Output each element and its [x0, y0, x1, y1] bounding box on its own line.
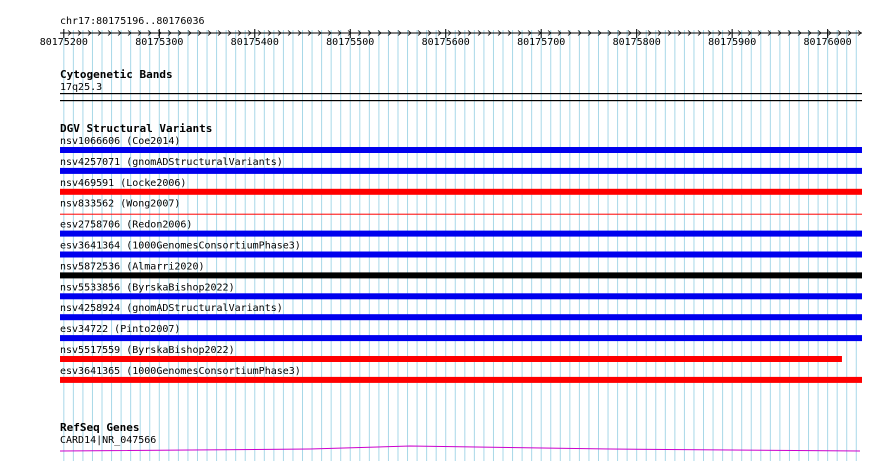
- location-label: chr17:80175196..80176036: [60, 16, 205, 27]
- refseq-genes-track[interactable]: RefSeq Genes CARD14|NR_047566: [59, 421, 861, 452]
- ruler-track[interactable]: chr17:80175196..80176036 80175200 8017530…: [40, 16, 862, 48]
- variant-feature[interactable]: [60, 251, 862, 258]
- cytoband-bar[interactable]: [60, 100, 862, 102]
- variant-label: esv2758706 (Redon2006): [60, 220, 192, 231]
- variant-label: esv34722 (Pinto2007): [60, 324, 180, 335]
- refseq-gene-label: CARD14|NR_047566: [60, 435, 156, 446]
- ruler-tick-label: 80175800: [613, 37, 661, 48]
- variant-label: nsv1066606 (Coe2014): [60, 136, 180, 147]
- cytoband-bar[interactable]: [60, 93, 862, 95]
- variant-label: nsv469591 (Locke2006): [60, 178, 186, 189]
- variant-feature[interactable]: [60, 335, 862, 342]
- variant-label: esv3641365 (1000GenomesConsortiumPhase3): [60, 366, 301, 377]
- variant-label: nsv5533856 (ByrskaBishop2022): [60, 282, 235, 293]
- ruler-tick-label: 80175900: [708, 37, 756, 48]
- variant-feature[interactable]: [60, 167, 862, 174]
- variant-label: nsv833562 (Wong2007): [60, 199, 180, 210]
- variant-label: nsv5517559 (ByrskaBishop2022): [60, 345, 235, 356]
- variant-feature[interactable]: [60, 272, 862, 279]
- ruler-tick-label: 80176000: [804, 37, 852, 48]
- refseq-track-title: RefSeq Genes: [60, 421, 139, 434]
- variant-feature[interactable]: [60, 376, 862, 383]
- variant-label: esv3641364 (1000GenomesConsortiumPhase3): [60, 241, 301, 252]
- variant-feature[interactable]: [60, 213, 862, 215]
- gene-model-line[interactable]: [59, 445, 861, 452]
- variant-label: nsv4257071 (gnomADStructuralVariants): [60, 157, 283, 168]
- ruler-tick-label: 80175400: [231, 37, 279, 48]
- variant-label: nsv5872536 (Almarri2020): [60, 261, 205, 272]
- ruler-tick-label: 80175700: [517, 37, 565, 48]
- ruler-tick-label: 80175500: [326, 37, 374, 48]
- variant-feature[interactable]: [60, 314, 862, 321]
- ruler-tick-label: 80175300: [135, 37, 183, 48]
- cytoband-label: 17q25.3: [60, 82, 102, 93]
- variant-feature[interactable]: [60, 293, 862, 300]
- ruler-tick-label: 80175200: [40, 37, 88, 48]
- dgv-track-title: DGV Structural Variants: [60, 122, 212, 135]
- cytogenetic-track-title: Cytogenetic Bands: [60, 68, 173, 81]
- ruler-tick-label: 80175600: [422, 37, 470, 48]
- variant-label: nsv4258924 (gnomADStructuralVariants): [60, 303, 283, 314]
- genome-browser-view[interactable]: chr17:80175196..80176036 80175200 8017530…: [0, 0, 890, 461]
- variant-feature[interactable]: [60, 230, 862, 237]
- variant-feature[interactable]: [60, 147, 862, 153]
- variant-feature[interactable]: [60, 188, 862, 195]
- variant-feature[interactable]: [60, 356, 842, 362]
